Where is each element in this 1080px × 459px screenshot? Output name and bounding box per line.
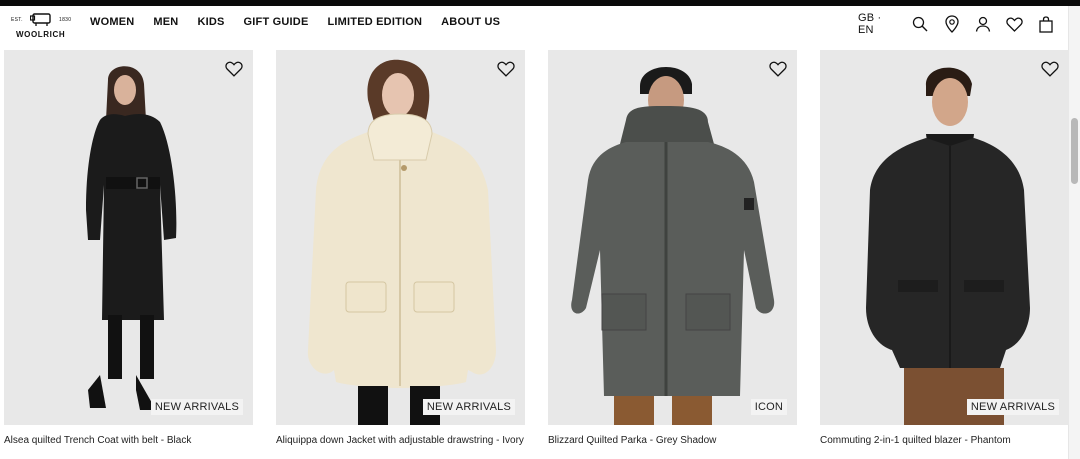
- add-to-wishlist-icon[interactable]: [497, 61, 515, 77]
- product-image[interactable]: NEW ARRIVALS: [276, 50, 525, 425]
- logo-est-text: EST.: [11, 17, 23, 23]
- product-title[interactable]: Aliquippa down Jacket with adjustable dr…: [276, 434, 525, 447]
- product-title[interactable]: Alsea quilted Trench Coat with belt - Bl…: [4, 434, 253, 447]
- logo-year-text: 1830: [59, 17, 72, 23]
- product-badge: NEW ARRIVALS: [422, 399, 515, 415]
- bag-icon[interactable]: [1037, 14, 1055, 34]
- logo-wordmark: WOOLRICH: [16, 30, 66, 39]
- product-image[interactable]: NEW ARRIVALS: [820, 50, 1069, 425]
- nav-gift-guide[interactable]: GIFT GUIDE: [244, 16, 309, 28]
- add-to-wishlist-icon[interactable]: [225, 61, 243, 77]
- product-card[interactable]: NEW ARRIVALS Aliquippa down Jacket with …: [276, 50, 525, 447]
- store-locator-icon[interactable]: [942, 14, 960, 34]
- nav-men[interactable]: MEN: [153, 16, 178, 28]
- nav-about-us[interactable]: ABOUT US: [441, 16, 500, 28]
- model-ivory-down-jacket-image: [276, 50, 525, 425]
- nav-kids[interactable]: KIDS: [197, 16, 224, 28]
- product-badge: ICON: [750, 399, 787, 415]
- product-card[interactable]: NEW ARRIVALS Alsea quilted Trench Coat w…: [4, 50, 253, 447]
- product-card[interactable]: NEW ARRIVALS Commuting 2-in-1 quilted bl…: [820, 50, 1069, 447]
- product-badge: NEW ARRIVALS: [150, 399, 243, 415]
- add-to-wishlist-icon[interactable]: [769, 61, 787, 77]
- account-icon[interactable]: [974, 14, 992, 34]
- main-nav: WOMEN MEN KIDS GIFT GUIDE LIMITED EDITIO…: [90, 16, 519, 28]
- header-tools: GB · EN: [858, 12, 1068, 36]
- add-to-wishlist-icon[interactable]: [1041, 61, 1059, 77]
- model-blazer-image: [820, 50, 1069, 425]
- nav-women[interactable]: WOMEN: [90, 16, 134, 28]
- wishlist-icon[interactable]: [1005, 14, 1023, 34]
- product-badge: NEW ARRIVALS: [966, 399, 1059, 415]
- search-icon[interactable]: [911, 14, 929, 34]
- locale-selector[interactable]: GB · EN: [858, 12, 897, 36]
- product-image[interactable]: NEW ARRIVALS: [4, 50, 253, 425]
- nav-limited-edition[interactable]: LIMITED EDITION: [327, 16, 422, 28]
- scrollbar-thumb[interactable]: [1071, 118, 1078, 184]
- model-grey-parka-image: [548, 50, 797, 425]
- sheep-logo-icon: [30, 13, 51, 26]
- site-header: EST. 1830 WOOLRICH WOMEN MEN KIDS GIFT G…: [0, 6, 1068, 42]
- product-card[interactable]: ICON Blizzard Quilted Parka - Grey Shado…: [548, 50, 797, 447]
- product-image[interactable]: ICON: [548, 50, 797, 425]
- model-black-trench-coat-image: [4, 50, 253, 425]
- product-title[interactable]: Blizzard Quilted Parka - Grey Shadow: [548, 434, 797, 447]
- woolrich-logo[interactable]: EST. 1830 WOOLRICH: [10, 8, 74, 42]
- page-scrollbar[interactable]: [1068, 6, 1080, 459]
- product-title[interactable]: Commuting 2-in-1 quilted blazer - Phanto…: [820, 434, 1069, 447]
